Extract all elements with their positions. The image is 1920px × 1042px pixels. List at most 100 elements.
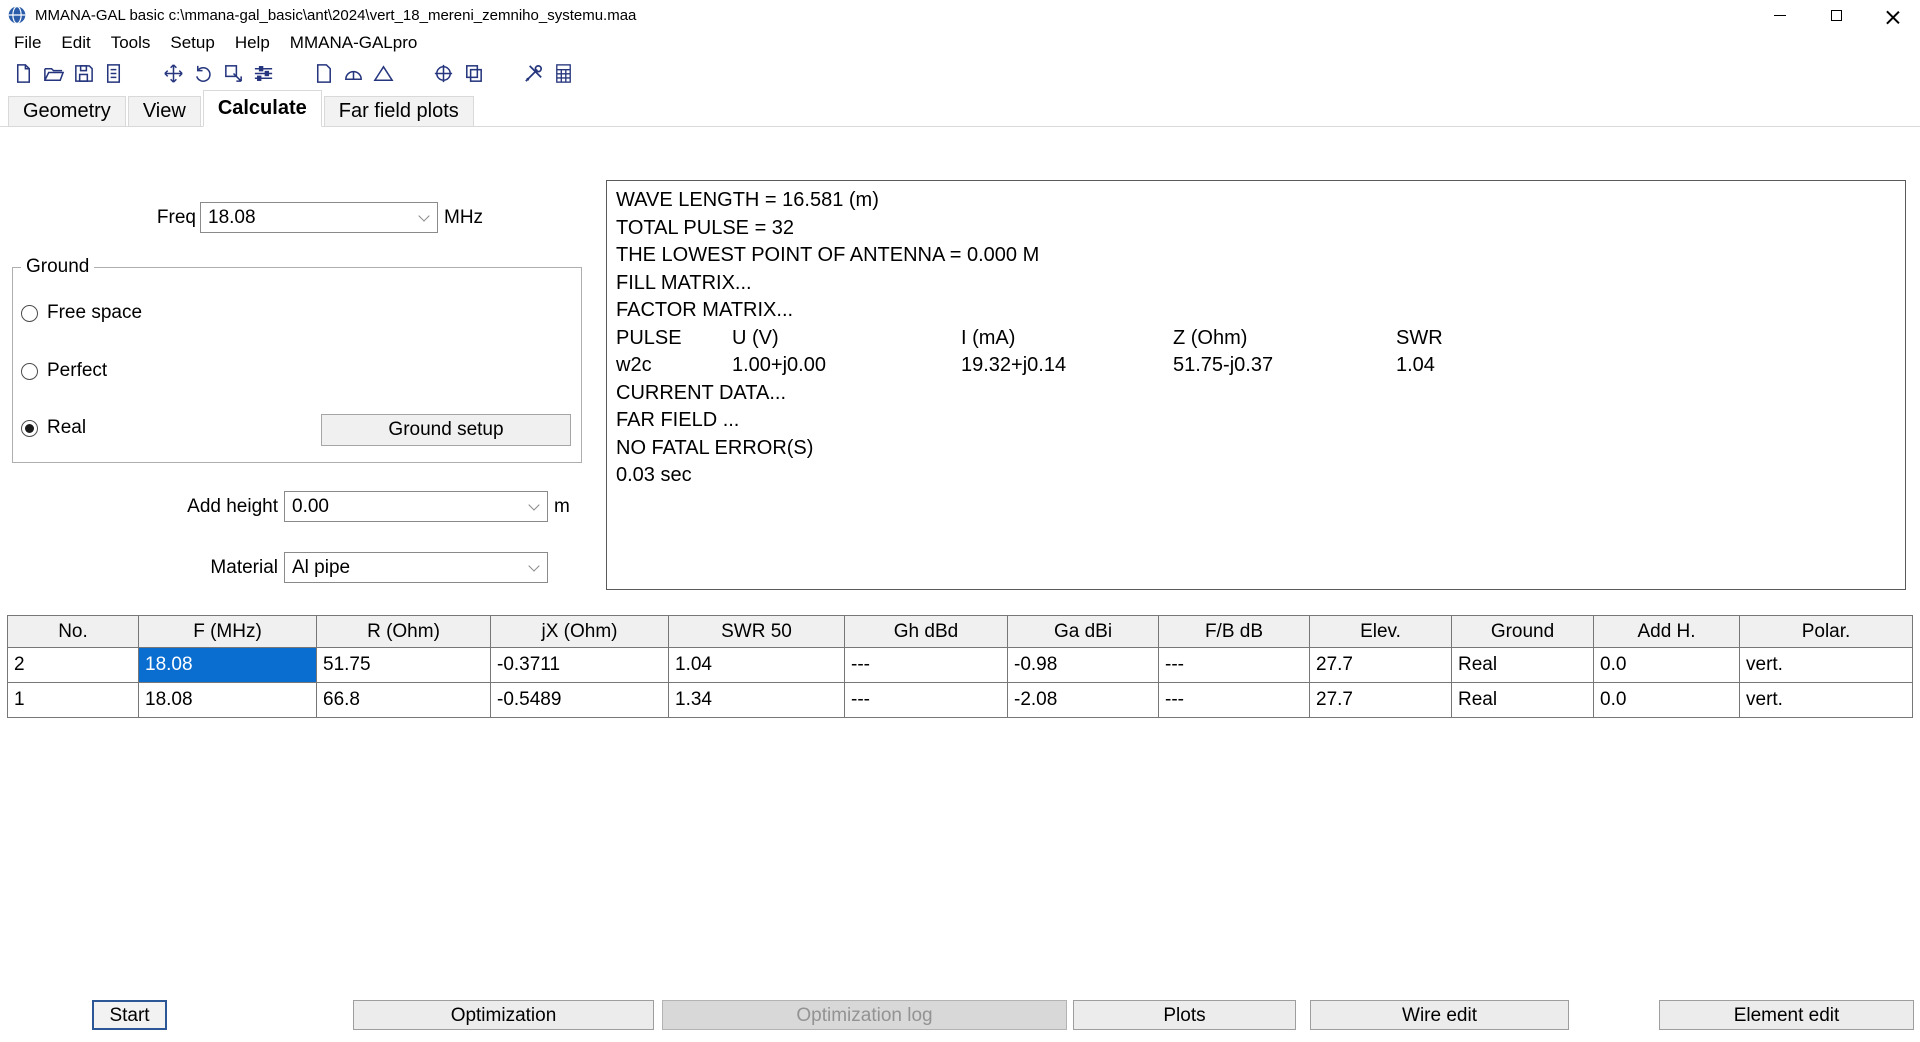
toolbar-group-field — [428, 58, 488, 88]
toolbar-group-transform — [158, 58, 278, 88]
cell-add-h[interactable]: 0.0 — [1594, 648, 1740, 683]
cell-f-mhz-selected[interactable]: 18.08 — [139, 648, 317, 683]
cell-gh-dbd[interactable]: --- — [845, 648, 1008, 683]
open-file-icon[interactable] — [38, 58, 68, 88]
results-header-row: No. F (MHz) R (Ohm) jX (Ohm) SWR 50 Gh d… — [8, 616, 1913, 648]
element-edit-button[interactable]: Element edit — [1659, 1000, 1914, 1030]
calculation-output: WAVE LENGTH = 16.581 (m) TOTAL PULSE = 3… — [606, 180, 1906, 590]
tab-calculate[interactable]: Calculate — [203, 90, 322, 127]
close-icon — [1886, 9, 1899, 22]
cell-ga-dbi[interactable]: -2.08 — [1008, 683, 1159, 718]
copy-wire-icon[interactable] — [218, 58, 248, 88]
copy-icon[interactable] — [458, 58, 488, 88]
cell-ga-dbi[interactable]: -0.98 — [1008, 648, 1159, 683]
cell-ground[interactable]: Real — [1452, 648, 1594, 683]
pulse-col-header: U (V) — [732, 325, 961, 353]
protractor-icon[interactable] — [338, 58, 368, 88]
freq-combo[interactable]: 18.08 — [200, 202, 438, 233]
toolbar-group-file — [8, 58, 128, 88]
chevron-down-icon — [528, 499, 539, 510]
cell-gh-dbd[interactable]: --- — [845, 683, 1008, 718]
col-header-fb-db: F/B dB — [1159, 616, 1310, 648]
start-button[interactable]: Start — [92, 1000, 167, 1030]
col-header-jx-ohm: jX (Ohm) — [491, 616, 669, 648]
cell-add-h[interactable]: 0.0 — [1594, 683, 1740, 718]
tools-icon[interactable] — [518, 58, 548, 88]
radio-perfect[interactable]: Perfect — [21, 360, 107, 382]
menu-setup[interactable]: Setup — [160, 31, 224, 55]
add-height-combo[interactable]: 0.00 — [284, 491, 548, 522]
rotate-icon[interactable] — [188, 58, 218, 88]
close-button[interactable] — [1864, 0, 1920, 30]
menu-help[interactable]: Help — [225, 31, 280, 55]
cell-jx-ohm[interactable]: -0.5489 — [491, 683, 669, 718]
tab-bar: Geometry View Calculate Far field plots — [0, 90, 1920, 127]
radio-real-label: Real — [47, 417, 86, 439]
tab-far-field-plots[interactable]: Far field plots — [324, 96, 474, 126]
cell-polar[interactable]: vert. — [1740, 648, 1913, 683]
save-file-icon[interactable] — [68, 58, 98, 88]
col-header-elev: Elev. — [1310, 616, 1452, 648]
add-height-label: Add height — [8, 491, 278, 522]
add-height-unit-label: m — [554, 491, 570, 522]
plots-button[interactable]: Plots — [1073, 1000, 1296, 1030]
output-line: FILL MATRIX... — [607, 270, 1905, 298]
cell-polar[interactable]: vert. — [1740, 683, 1913, 718]
triangle-icon[interactable] — [368, 58, 398, 88]
cell-swr50[interactable]: 1.04 — [669, 648, 845, 683]
cell-fb-db[interactable]: --- — [1159, 683, 1310, 718]
optimization-button[interactable]: Optimization — [353, 1000, 654, 1030]
cell-r-ohm[interactable]: 66.8 — [317, 683, 491, 718]
cell-jx-ohm[interactable]: -0.3711 — [491, 648, 669, 683]
mmana-gal-window: { "window": { "title": "MMANA-GAL basic … — [0, 0, 1920, 1042]
material-combo[interactable]: Al pipe — [284, 552, 548, 583]
far-field-icon[interactable] — [428, 58, 458, 88]
blank-doc-icon[interactable] — [308, 58, 338, 88]
chevron-down-icon — [528, 560, 539, 571]
pulse-col-header: SWR — [1396, 325, 1443, 353]
file-doc-icon[interactable] — [98, 58, 128, 88]
tab-geometry[interactable]: Geometry — [8, 96, 126, 126]
toolbar — [0, 56, 1920, 90]
col-header-f-mhz: F (MHz) — [139, 616, 317, 648]
output-line: THE LOWEST POINT OF ANTENNA = 0.000 M — [607, 242, 1905, 270]
toolbar-group-view — [308, 58, 398, 88]
radio-free-space[interactable]: Free space — [21, 302, 142, 324]
output-line: WAVE LENGTH = 16.581 (m) — [607, 187, 1905, 215]
cell-swr50[interactable]: 1.34 — [669, 683, 845, 718]
cell-fb-db[interactable]: --- — [1159, 648, 1310, 683]
calculator-icon[interactable] — [548, 58, 578, 88]
menu-file[interactable]: File — [4, 31, 51, 55]
cell-r-ohm[interactable]: 51.75 — [317, 648, 491, 683]
material-label: Material — [8, 552, 278, 583]
ground-setup-button[interactable]: Ground setup — [321, 414, 571, 446]
window-controls — [1752, 0, 1920, 30]
app-icon — [7, 5, 27, 25]
cell-no[interactable]: 2 — [8, 648, 139, 683]
cell-f-mhz[interactable]: 18.08 — [139, 683, 317, 718]
cell-elev[interactable]: 27.7 — [1310, 683, 1452, 718]
wire-slider-icon[interactable] — [248, 58, 278, 88]
cell-elev[interactable]: 27.7 — [1310, 648, 1452, 683]
menu-edit[interactable]: Edit — [51, 31, 100, 55]
pulse-data-line: w2c1.00+j0.0019.32+j0.1451.75-j0.371.04 — [607, 352, 1905, 380]
menu-tools[interactable]: Tools — [101, 31, 161, 55]
menu-mmana-galpro[interactable]: MMANA-GALpro — [280, 31, 428, 55]
material-value: Al pipe — [292, 553, 350, 582]
cell-ground[interactable]: Real — [1452, 683, 1594, 718]
output-line: CURRENT DATA... — [607, 380, 1905, 408]
ground-legend: Ground — [21, 256, 94, 278]
move-icon[interactable] — [158, 58, 188, 88]
wire-edit-button[interactable]: Wire edit — [1310, 1000, 1569, 1030]
freq-value: 18.08 — [208, 203, 256, 232]
radio-real[interactable]: Real — [21, 417, 86, 439]
maximize-button[interactable] — [1808, 0, 1864, 30]
tab-view[interactable]: View — [128, 96, 201, 126]
pulse-cell: 1.04 — [1396, 352, 1435, 380]
cell-no[interactable]: 1 — [8, 683, 139, 718]
pulse-col-header: PULSE — [616, 325, 732, 353]
col-header-polar: Polar. — [1740, 616, 1913, 648]
new-file-icon[interactable] — [8, 58, 38, 88]
window-title: MMANA-GAL basic c:\mmana-gal_basic\ant\2… — [35, 7, 636, 24]
minimize-button[interactable] — [1752, 0, 1808, 30]
